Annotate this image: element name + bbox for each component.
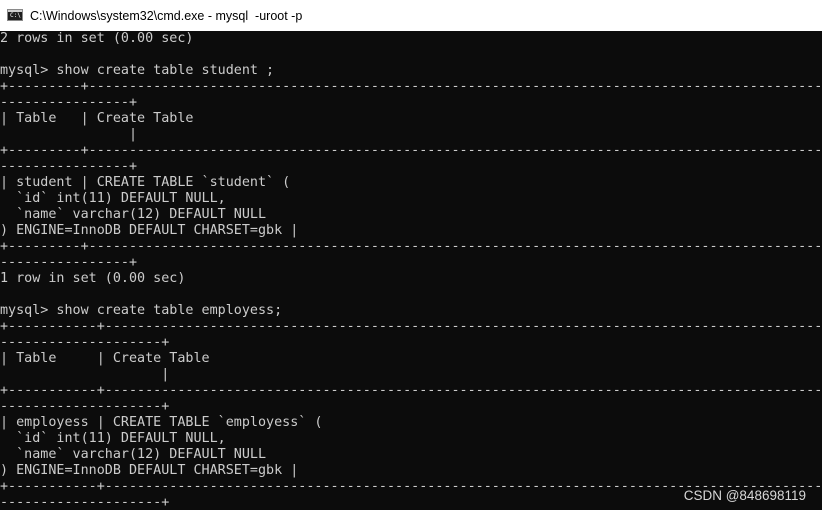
- console-line: | Table | Create Table: [0, 351, 210, 366]
- console-line: ----------------+: [0, 95, 138, 110]
- watermark: CSDN @848698119: [683, 488, 806, 503]
- console-line: --------------------+: [0, 399, 170, 414]
- console-line: | Table | Create Table: [0, 111, 194, 126]
- console-line: |: [0, 127, 138, 142]
- console-line: mysql> show create table student ;: [0, 63, 275, 78]
- window-title: C:\Windows\system32\cmd.exe - mysql -uro…: [30, 8, 303, 23]
- console-line: +---------+-----------------------------…: [0, 239, 822, 254]
- title-bar[interactable]: C:\ C:\Windows\system32\cmd.exe - mysql …: [0, 0, 822, 31]
- console-line: `id` int(11) DEFAULT NULL,: [0, 431, 226, 446]
- console-output[interactable]: 2 rows in set (0.00 sec) mysql> show cre…: [0, 31, 822, 510]
- console-line: mysql> show create table employess;: [0, 303, 283, 318]
- console-line: `name` varchar(12) DEFAULT NULL: [0, 207, 267, 222]
- console-line: 2 rows in set (0.00 sec): [0, 31, 194, 46]
- console-line: |: [0, 367, 170, 382]
- cmd-icon: C:\: [7, 9, 23, 21]
- console-line: +-----------+---------------------------…: [0, 319, 822, 334]
- console-line: +---------+-----------------------------…: [0, 79, 822, 94]
- console-line: ) ENGINE=InnoDB DEFAULT CHARSET=gbk |: [0, 223, 299, 238]
- console-line: --------------------+: [0, 335, 170, 350]
- console-line: ----------------+: [0, 255, 138, 270]
- console-line: +---------+-----------------------------…: [0, 143, 822, 158]
- cmd-window: C:\ C:\Windows\system32\cmd.exe - mysql …: [0, 0, 822, 510]
- console-line: ) ENGINE=InnoDB DEFAULT CHARSET=gbk |: [0, 463, 299, 478]
- console-line: `name` varchar(12) DEFAULT NULL: [0, 447, 267, 462]
- console-line: `id` int(11) DEFAULT NULL,: [0, 191, 226, 206]
- console-line: ----------------+: [0, 159, 138, 174]
- console-line: +-----------+---------------------------…: [0, 383, 822, 398]
- console-line: | student | CREATE TABLE `student` (: [0, 175, 291, 190]
- console-line: 1 row in set (0.00 sec): [0, 271, 186, 286]
- console-line: | employess | CREATE TABLE `employess` (: [0, 415, 323, 430]
